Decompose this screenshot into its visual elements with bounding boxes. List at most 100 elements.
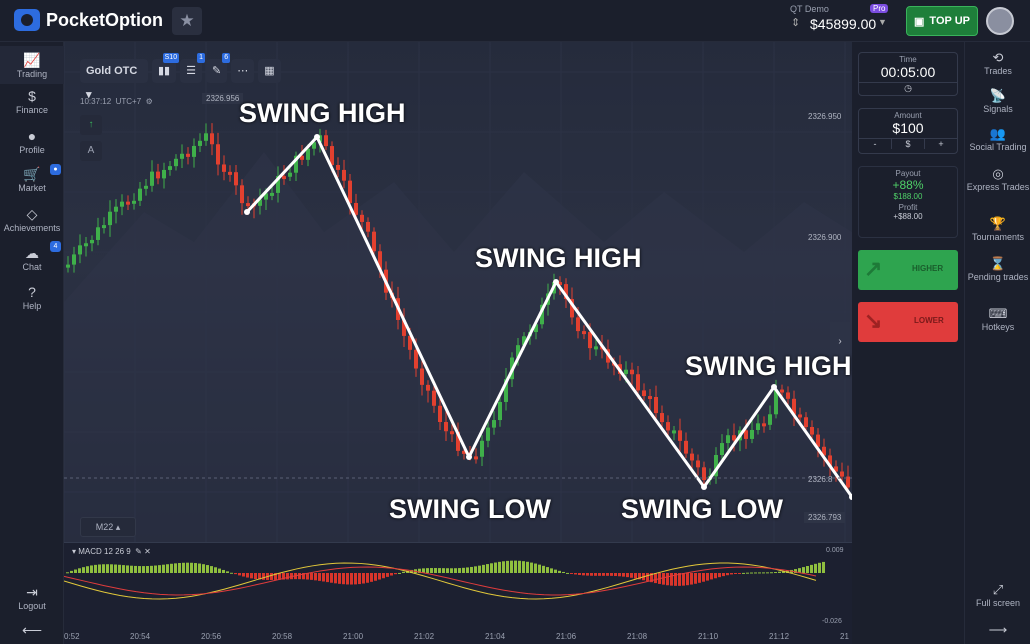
sidebar-item-label: Trading: [16, 69, 48, 79]
higher-button[interactable]: ↗ HIGHER: [858, 250, 958, 290]
sidebar-item-hotkeys[interactable]: ⌨ Hotkeys: [965, 306, 1030, 332]
swing-high-label: SWING HIGH: [239, 98, 406, 128]
indicators-button[interactable]: ▮▮ S10: [152, 53, 180, 83]
collapse-arrow-icon[interactable]: ⟶: [965, 622, 1030, 638]
gear-icon[interactable]: ⚙: [146, 97, 153, 106]
layout-button[interactable]: ▦: [258, 59, 281, 83]
candle: [768, 414, 772, 425]
arrow-down-icon: ↘: [864, 308, 883, 333]
payout-amount: $188.00: [893, 192, 923, 201]
macd-bar: [710, 573, 713, 580]
sidebar-item-achievements[interactable]: ◇ Achievements: [0, 206, 64, 233]
amount-value[interactable]: $100: [859, 120, 957, 136]
top-up-label: TOP UP: [929, 15, 970, 27]
collapse-arrow-icon[interactable]: ⟵: [0, 622, 64, 639]
time-axis-tick: 21:04: [485, 632, 506, 641]
macd-bar: [582, 573, 585, 576]
sidebar-item-trading[interactable]: 📈 Trading: [0, 46, 64, 84]
macd-bar: [590, 573, 593, 576]
sidebar-item-chat[interactable]: ☁ Chat 4: [0, 241, 64, 272]
macd-bar: [630, 573, 633, 578]
hourglass-icon: ⌛: [989, 256, 1007, 271]
sidebar-item-finance[interactable]: $ Finance: [0, 88, 64, 115]
timeframe-label: M22: [95, 522, 114, 532]
macd-bar: [154, 565, 157, 573]
candle: [498, 401, 502, 421]
time-value[interactable]: 00:05:00: [859, 64, 957, 80]
sidebar-item-profile[interactable]: ● Profile: [0, 128, 64, 155]
sidebar-item-market[interactable]: 🛒 Market ●: [0, 164, 64, 193]
candle: [114, 206, 118, 212]
candle: [810, 427, 814, 435]
macd-bar: [162, 564, 165, 573]
history-icon: ⟲: [992, 50, 1004, 65]
fullscreen-button[interactable]: ⤢ Full screen: [965, 582, 1030, 608]
top-up-button[interactable]: ▣ TOP UP: [906, 6, 978, 36]
account-switcher[interactable]: QT Demo Pro ⇕ $45899.00 ▼: [782, 3, 892, 37]
macd-bar: [546, 567, 549, 573]
clock-icon[interactable]: ◷: [859, 82, 957, 94]
macd-bar: [78, 568, 81, 573]
settings-button[interactable]: ☰ 1: [180, 53, 205, 83]
sidebar-item-signals[interactable]: 📡 Signals: [965, 88, 1030, 114]
brand-logo[interactable]: PocketOption: [14, 9, 163, 31]
candle: [306, 148, 310, 160]
macd-bar: [774, 572, 777, 574]
drawings-button[interactable]: ✎ 6: [205, 53, 231, 83]
sidebar-item-social-trading[interactable]: 👥 Social Trading: [965, 126, 1030, 152]
chevron-down-icon: ▼: [878, 17, 887, 27]
macd-bar: [498, 561, 501, 573]
text-tool-icon[interactable]: A: [80, 141, 102, 161]
macd-bar: [694, 573, 697, 584]
sidebar-item-help[interactable]: ? Help: [0, 284, 64, 311]
macd-bar: [622, 573, 625, 577]
wallet-icon: ▣: [914, 15, 925, 28]
time-picker[interactable]: Time 00:05:00 ◷: [858, 52, 958, 96]
macd-bar: [738, 573, 741, 574]
macd-bar: [534, 563, 537, 573]
increase-amount-button[interactable]: +: [925, 139, 957, 149]
indicators-count: S10: [162, 53, 180, 63]
macd-bar: [262, 573, 265, 580]
logout-button[interactable]: ⇥ Logout: [0, 584, 64, 611]
macd-bar: [646, 573, 649, 582]
sidebar-item-pending-trades[interactable]: ⌛ Pending trades: [965, 256, 1030, 282]
account-type: QT Demo: [790, 4, 829, 14]
candle: [474, 456, 478, 460]
macd-bar: [702, 573, 705, 582]
decrease-amount-button[interactable]: -: [859, 139, 892, 149]
macd-bar: [494, 562, 497, 573]
macd-bar: [766, 572, 769, 574]
macd-bar: [174, 563, 177, 573]
asset-name: Gold OTC: [86, 65, 138, 77]
more-button[interactable]: ⋯: [231, 59, 255, 83]
settings-count: 1: [197, 53, 205, 63]
macd-panel: ▾ MACD 12 26 9 ✎ ✕ 0.009 -0.026: [64, 542, 852, 644]
sidebar-item-tournaments[interactable]: 🏆 Tournaments: [965, 216, 1030, 242]
chart-area[interactable]: Gold OTC ▾ ▮▮ S10 ☰ 1 ✎ 6 ⋯ ▦ 10:37:12 UTC+…: [64, 42, 852, 644]
chart-toolbar: Gold OTC ▾ ▮▮ S10 ☰ 1 ✎ 6 ⋯ ▦: [80, 53, 281, 101]
macd-bar: [190, 562, 193, 573]
macd-bar: [142, 566, 145, 573]
sidebar-item-express-trades[interactable]: ◎ Express Trades: [965, 166, 1030, 192]
macd-bar: [374, 573, 377, 581]
time-axis-tick: 20:56: [201, 632, 222, 641]
amount-input[interactable]: Amount $100 - $ +: [858, 108, 958, 154]
candle: [246, 203, 250, 207]
asset-selector[interactable]: Gold OTC ▾: [80, 59, 148, 101]
currency-icon[interactable]: $: [892, 139, 925, 149]
sidebar-item-label: Hotkeys: [981, 322, 1015, 332]
price-axis-label: 2326.8: [808, 475, 833, 484]
trade-panel: Time 00:05:00 ◷ Amount $100 - $ + Payout…: [852, 42, 964, 644]
candle: [228, 171, 232, 175]
signal-icon: 📡: [989, 88, 1007, 103]
candle: [594, 346, 598, 350]
logout-label: Logout: [18, 601, 46, 611]
sidebar-item-trades[interactable]: ⟲ Trades: [965, 50, 1030, 76]
cursor-tool-icon[interactable]: ↑: [80, 115, 102, 135]
avatar[interactable]: [986, 7, 1014, 35]
favorite-star-icon[interactable]: ★: [172, 7, 202, 35]
lower-button[interactable]: ↘ LOWER: [858, 302, 958, 342]
candle: [78, 245, 82, 255]
timeframe-selector[interactable]: M22 ▴: [80, 517, 136, 537]
